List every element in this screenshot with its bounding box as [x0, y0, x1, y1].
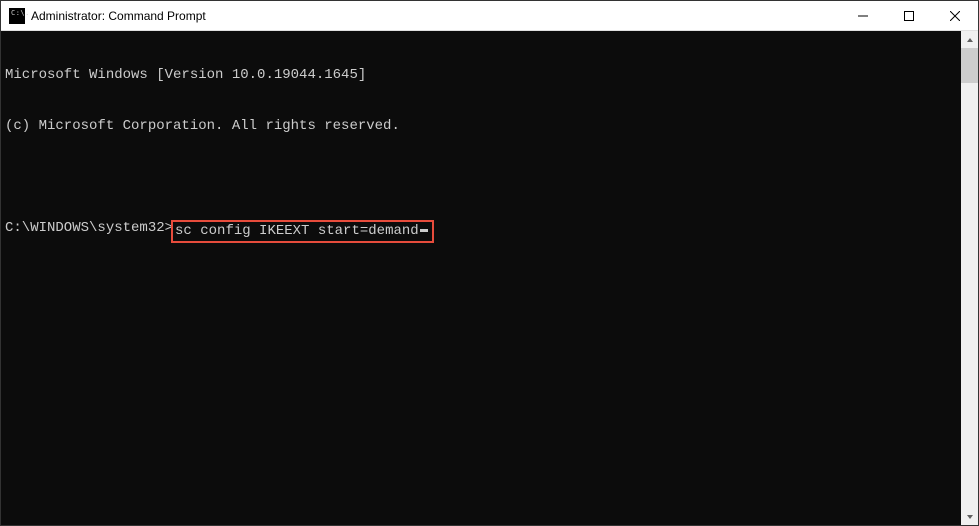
maximize-icon	[904, 11, 914, 21]
scroll-thumb[interactable]	[961, 48, 978, 83]
terminal-prompt: C:\WINDOWS\system32>	[5, 220, 173, 237]
titlebar[interactable]: C:\. Administrator: Command Prompt	[1, 1, 978, 31]
terminal-output-line: Microsoft Windows [Version 10.0.19044.16…	[5, 67, 957, 84]
minimize-icon	[858, 11, 868, 21]
window-title: Administrator: Command Prompt	[31, 9, 840, 23]
chevron-up-icon	[966, 36, 974, 44]
vertical-scrollbar[interactable]	[961, 31, 978, 525]
scroll-track[interactable]	[961, 48, 978, 508]
window-controls	[840, 1, 978, 30]
close-icon	[950, 11, 960, 21]
scroll-down-button[interactable]	[961, 508, 978, 525]
chevron-down-icon	[966, 513, 974, 521]
cmd-icon: C:\.	[9, 8, 25, 24]
terminal[interactable]: Microsoft Windows [Version 10.0.19044.16…	[1, 31, 961, 525]
terminal-command: sc config IKEEXT start=demand	[175, 223, 419, 240]
terminal-prompt-line: C:\WINDOWS\system32>sc config IKEEXT sta…	[5, 220, 957, 243]
terminal-cursor	[420, 229, 428, 232]
terminal-blank-line	[5, 169, 957, 186]
scroll-up-button[interactable]	[961, 31, 978, 48]
close-button[interactable]	[932, 1, 978, 30]
command-prompt-window: C:\. Administrator: Command Prompt Micro…	[0, 0, 979, 526]
maximize-button[interactable]	[886, 1, 932, 30]
terminal-output-line: (c) Microsoft Corporation. All rights re…	[5, 118, 957, 135]
cmd-icon-text: C:\.	[11, 11, 30, 16]
minimize-button[interactable]	[840, 1, 886, 30]
command-highlight-box: sc config IKEEXT start=demand	[171, 220, 434, 243]
terminal-area: Microsoft Windows [Version 10.0.19044.16…	[1, 31, 978, 525]
